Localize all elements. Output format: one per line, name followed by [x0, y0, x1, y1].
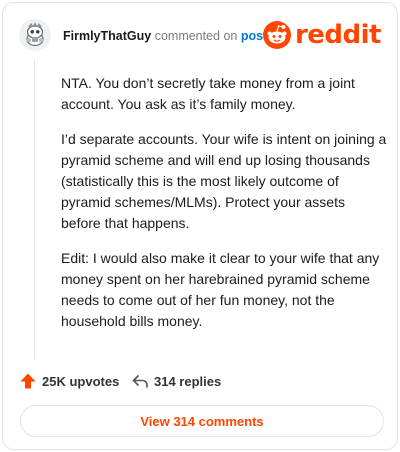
upvote-count: 25K upvotes — [42, 373, 120, 389]
comment-body: NTA. You don’t secretly take money from … — [61, 73, 387, 346]
reply-count: 314 replies — [154, 373, 222, 389]
upvote-button[interactable]: 25K upvotes — [19, 369, 119, 393]
thread-line[interactable] — [34, 59, 35, 359]
upvote-arrow-icon — [20, 373, 36, 389]
reply-arrow-icon — [132, 375, 148, 388]
comment-footer: 25K upvotes 314 replies — [19, 369, 379, 393]
view-comments-button[interactable]: View 314 comments — [20, 405, 384, 437]
comment-header: FirmlyThatGuy commented on post reddit — [19, 19, 382, 53]
comment-byline: FirmlyThatGuy commented on post — [63, 28, 267, 44]
action-text: commented on — [154, 29, 238, 43]
comment-card: FirmlyThatGuy commented on post reddit N… — [2, 2, 398, 450]
comment-paragraph-3: Edit: I would also make it clear to your… — [61, 250, 380, 329]
comment-paragraph-2: I’d separate accounts. Your wife is inte… — [61, 131, 387, 231]
replies-button[interactable]: 314 replies — [131, 369, 221, 393]
logo-wordmark: reddit — [294, 20, 382, 50]
reddit-snoo-icon — [262, 21, 291, 49]
username-link[interactable]: FirmlyThatGuy — [63, 29, 151, 43]
user-avatar[interactable] — [19, 19, 51, 51]
reddit-logo[interactable]: reddit — [262, 19, 382, 51]
comment-paragraph-1: NTA. You don’t secretly take money from … — [61, 75, 355, 112]
snoo-avatar-icon — [19, 19, 51, 51]
